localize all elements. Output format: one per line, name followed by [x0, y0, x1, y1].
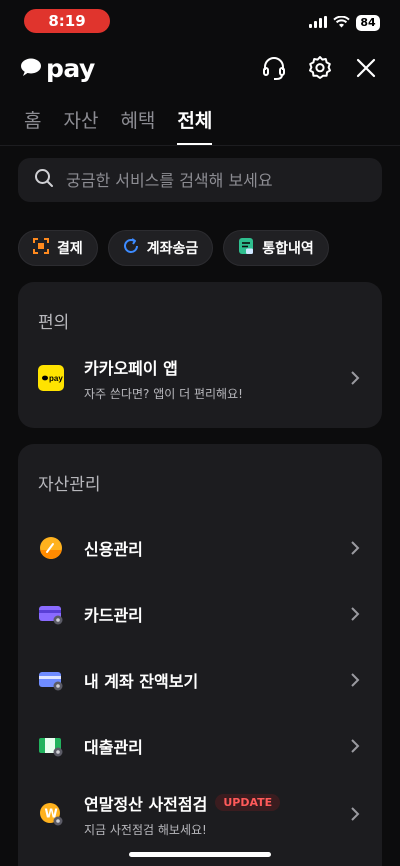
- account-balance-item[interactable]: 내 계좌 잔액보기: [18, 647, 382, 713]
- speech-bubble-icon: [20, 58, 42, 80]
- logo-text: pay: [46, 54, 95, 83]
- loan-management-item[interactable]: 대출관리: [18, 713, 382, 779]
- item-title: 신용관리: [84, 540, 143, 559]
- headset-icon: [261, 55, 287, 85]
- gear-icon: [307, 55, 333, 85]
- app-header: pay: [0, 52, 400, 92]
- transfer-icon: [123, 238, 139, 258]
- asset-management-section: 자산관리 신용관리 카드관리 내 계좌 잔액보기 대출관리 W 연말정산 사전점…: [18, 444, 382, 866]
- kakaopay-app-item[interactable]: pay 카카오페이 앱 자주 쓴다면? 앱이 더 편리해요!: [18, 345, 382, 411]
- header-actions: [260, 56, 380, 84]
- scan-icon: [33, 238, 49, 258]
- chip-label: 계좌송금: [146, 241, 199, 257]
- status-icons: 84: [309, 13, 380, 32]
- section-title: 편의: [38, 313, 70, 333]
- chevron-right-icon: [350, 672, 360, 692]
- history-icon: [238, 238, 254, 258]
- section-title: 자산관리: [38, 475, 101, 495]
- search-input[interactable]: [64, 169, 368, 191]
- customer-support-button[interactable]: [260, 56, 288, 84]
- quick-actions: 결제 계좌송금 통합내역: [18, 230, 329, 266]
- tab-home[interactable]: 홈: [24, 106, 41, 145]
- item-subtitle: 자주 쓴다면? 앱이 더 편리해요!: [84, 386, 243, 401]
- status-time: 8:19: [24, 9, 110, 33]
- item-title-wrapper: 연말정산 사전점검 UPDATE: [84, 791, 281, 815]
- credit-management-item[interactable]: 신용관리: [18, 515, 382, 581]
- close-icon: [355, 57, 377, 83]
- chevron-right-icon: [350, 738, 360, 758]
- battery-indicator: 84: [356, 14, 380, 31]
- kakaopay-logo: pay: [20, 54, 95, 83]
- card-management-item[interactable]: 카드관리: [18, 581, 382, 647]
- wifi-icon: [333, 13, 350, 32]
- search-bar[interactable]: [18, 158, 382, 202]
- chip-payment[interactable]: 결제: [18, 230, 98, 266]
- tax-won-icon: W: [38, 801, 64, 827]
- kakaopay-app-icon: pay: [38, 365, 64, 391]
- convenience-section: 편의 pay 카카오페이 앱 자주 쓴다면? 앱이 더 편리해요!: [18, 282, 382, 428]
- item-title: 연말정산 사전점검: [84, 794, 208, 814]
- item-title: 카드관리: [84, 606, 143, 625]
- chevron-right-icon: [350, 540, 360, 560]
- year-end-tax-item[interactable]: W 연말정산 사전점검 UPDATE 지금 사전점검 해보세요!: [18, 779, 382, 849]
- chip-label: 결제: [57, 241, 83, 257]
- search-icon: [34, 168, 54, 192]
- chip-label: 통합내역: [262, 241, 314, 257]
- chevron-right-icon: [350, 806, 360, 826]
- update-badge: UPDATE: [215, 794, 281, 811]
- tab-all[interactable]: 전체: [177, 106, 213, 145]
- settings-button[interactable]: [306, 56, 334, 84]
- chip-history[interactable]: 통합내역: [223, 230, 329, 266]
- tab-benefits[interactable]: 혜택: [120, 106, 155, 145]
- chevron-right-icon: [350, 370, 360, 390]
- status-bar: 8:19 84: [0, 0, 400, 44]
- tab-divider: [0, 145, 400, 146]
- tab-assets[interactable]: 자산: [63, 106, 98, 145]
- item-title: 카카오페이 앱: [84, 358, 178, 378]
- card-icon: [38, 601, 64, 627]
- close-button[interactable]: [352, 56, 380, 84]
- item-title: 내 계좌 잔액보기: [84, 672, 199, 691]
- loan-icon: [38, 733, 64, 759]
- tab-bar: 홈 자산 혜택 전체: [24, 106, 213, 145]
- account-balance-icon: [38, 667, 64, 693]
- item-subtitle: 지금 사전점검 해보세요!: [84, 822, 207, 837]
- svg-text:pay: pay: [49, 374, 63, 383]
- home-indicator: [129, 852, 271, 857]
- credit-gauge-icon: [38, 535, 64, 561]
- item-title: 대출관리: [84, 738, 143, 757]
- signal-icon: [309, 13, 327, 32]
- chevron-right-icon: [350, 606, 360, 626]
- chip-transfer[interactable]: 계좌송금: [107, 230, 214, 266]
- screen: 8:19 84 pay 홈 자산 혜택 전체 궁금한 서비스를 검색해 보세요 …: [0, 0, 400, 866]
